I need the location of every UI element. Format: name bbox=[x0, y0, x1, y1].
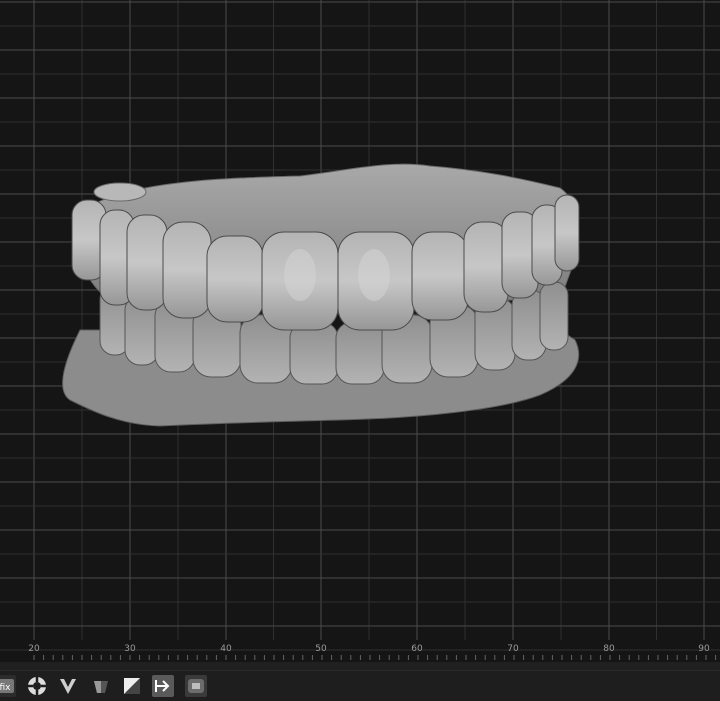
shaded-sphere-icon bbox=[94, 681, 108, 693]
ruler-label: 80 bbox=[603, 644, 615, 654]
v-tool-button[interactable] bbox=[57, 675, 79, 697]
3d-viewport[interactable]: 20 30 40 50 60 70 80 90 bbox=[0, 0, 720, 662]
arrow-tool-button[interactable] bbox=[152, 675, 174, 697]
lifebuoy-tool-button[interactable] bbox=[26, 675, 48, 697]
fix-tool-button[interactable]: fix bbox=[0, 675, 16, 697]
svg-text:fix: fix bbox=[0, 683, 11, 693]
arrow-right-icon bbox=[155, 680, 170, 692]
v-cut-icon bbox=[60, 679, 76, 694]
ruler-label: 90 bbox=[698, 644, 710, 654]
toolbar-separator bbox=[0, 662, 720, 670]
ruler-label: 20 bbox=[28, 644, 40, 654]
half-square-icon bbox=[124, 678, 140, 694]
ruler-label: 70 bbox=[507, 644, 519, 654]
dental-model[interactable] bbox=[62, 163, 580, 427]
viewport-canvas[interactable] bbox=[0, 0, 720, 662]
square-tool-button[interactable] bbox=[121, 675, 143, 697]
ruler-label: 50 bbox=[315, 644, 327, 654]
cube-tool-button[interactable] bbox=[185, 675, 207, 697]
ruler-label: 30 bbox=[124, 644, 136, 654]
fix-icon: fix bbox=[0, 679, 14, 693]
cube-icon bbox=[188, 679, 204, 693]
shade-tool-button[interactable] bbox=[90, 675, 112, 697]
ruler-label: 40 bbox=[220, 644, 232, 654]
lifebuoy-icon bbox=[28, 677, 46, 695]
bottom-toolbar: fix bbox=[0, 670, 720, 701]
ruler-label: 60 bbox=[411, 644, 423, 654]
